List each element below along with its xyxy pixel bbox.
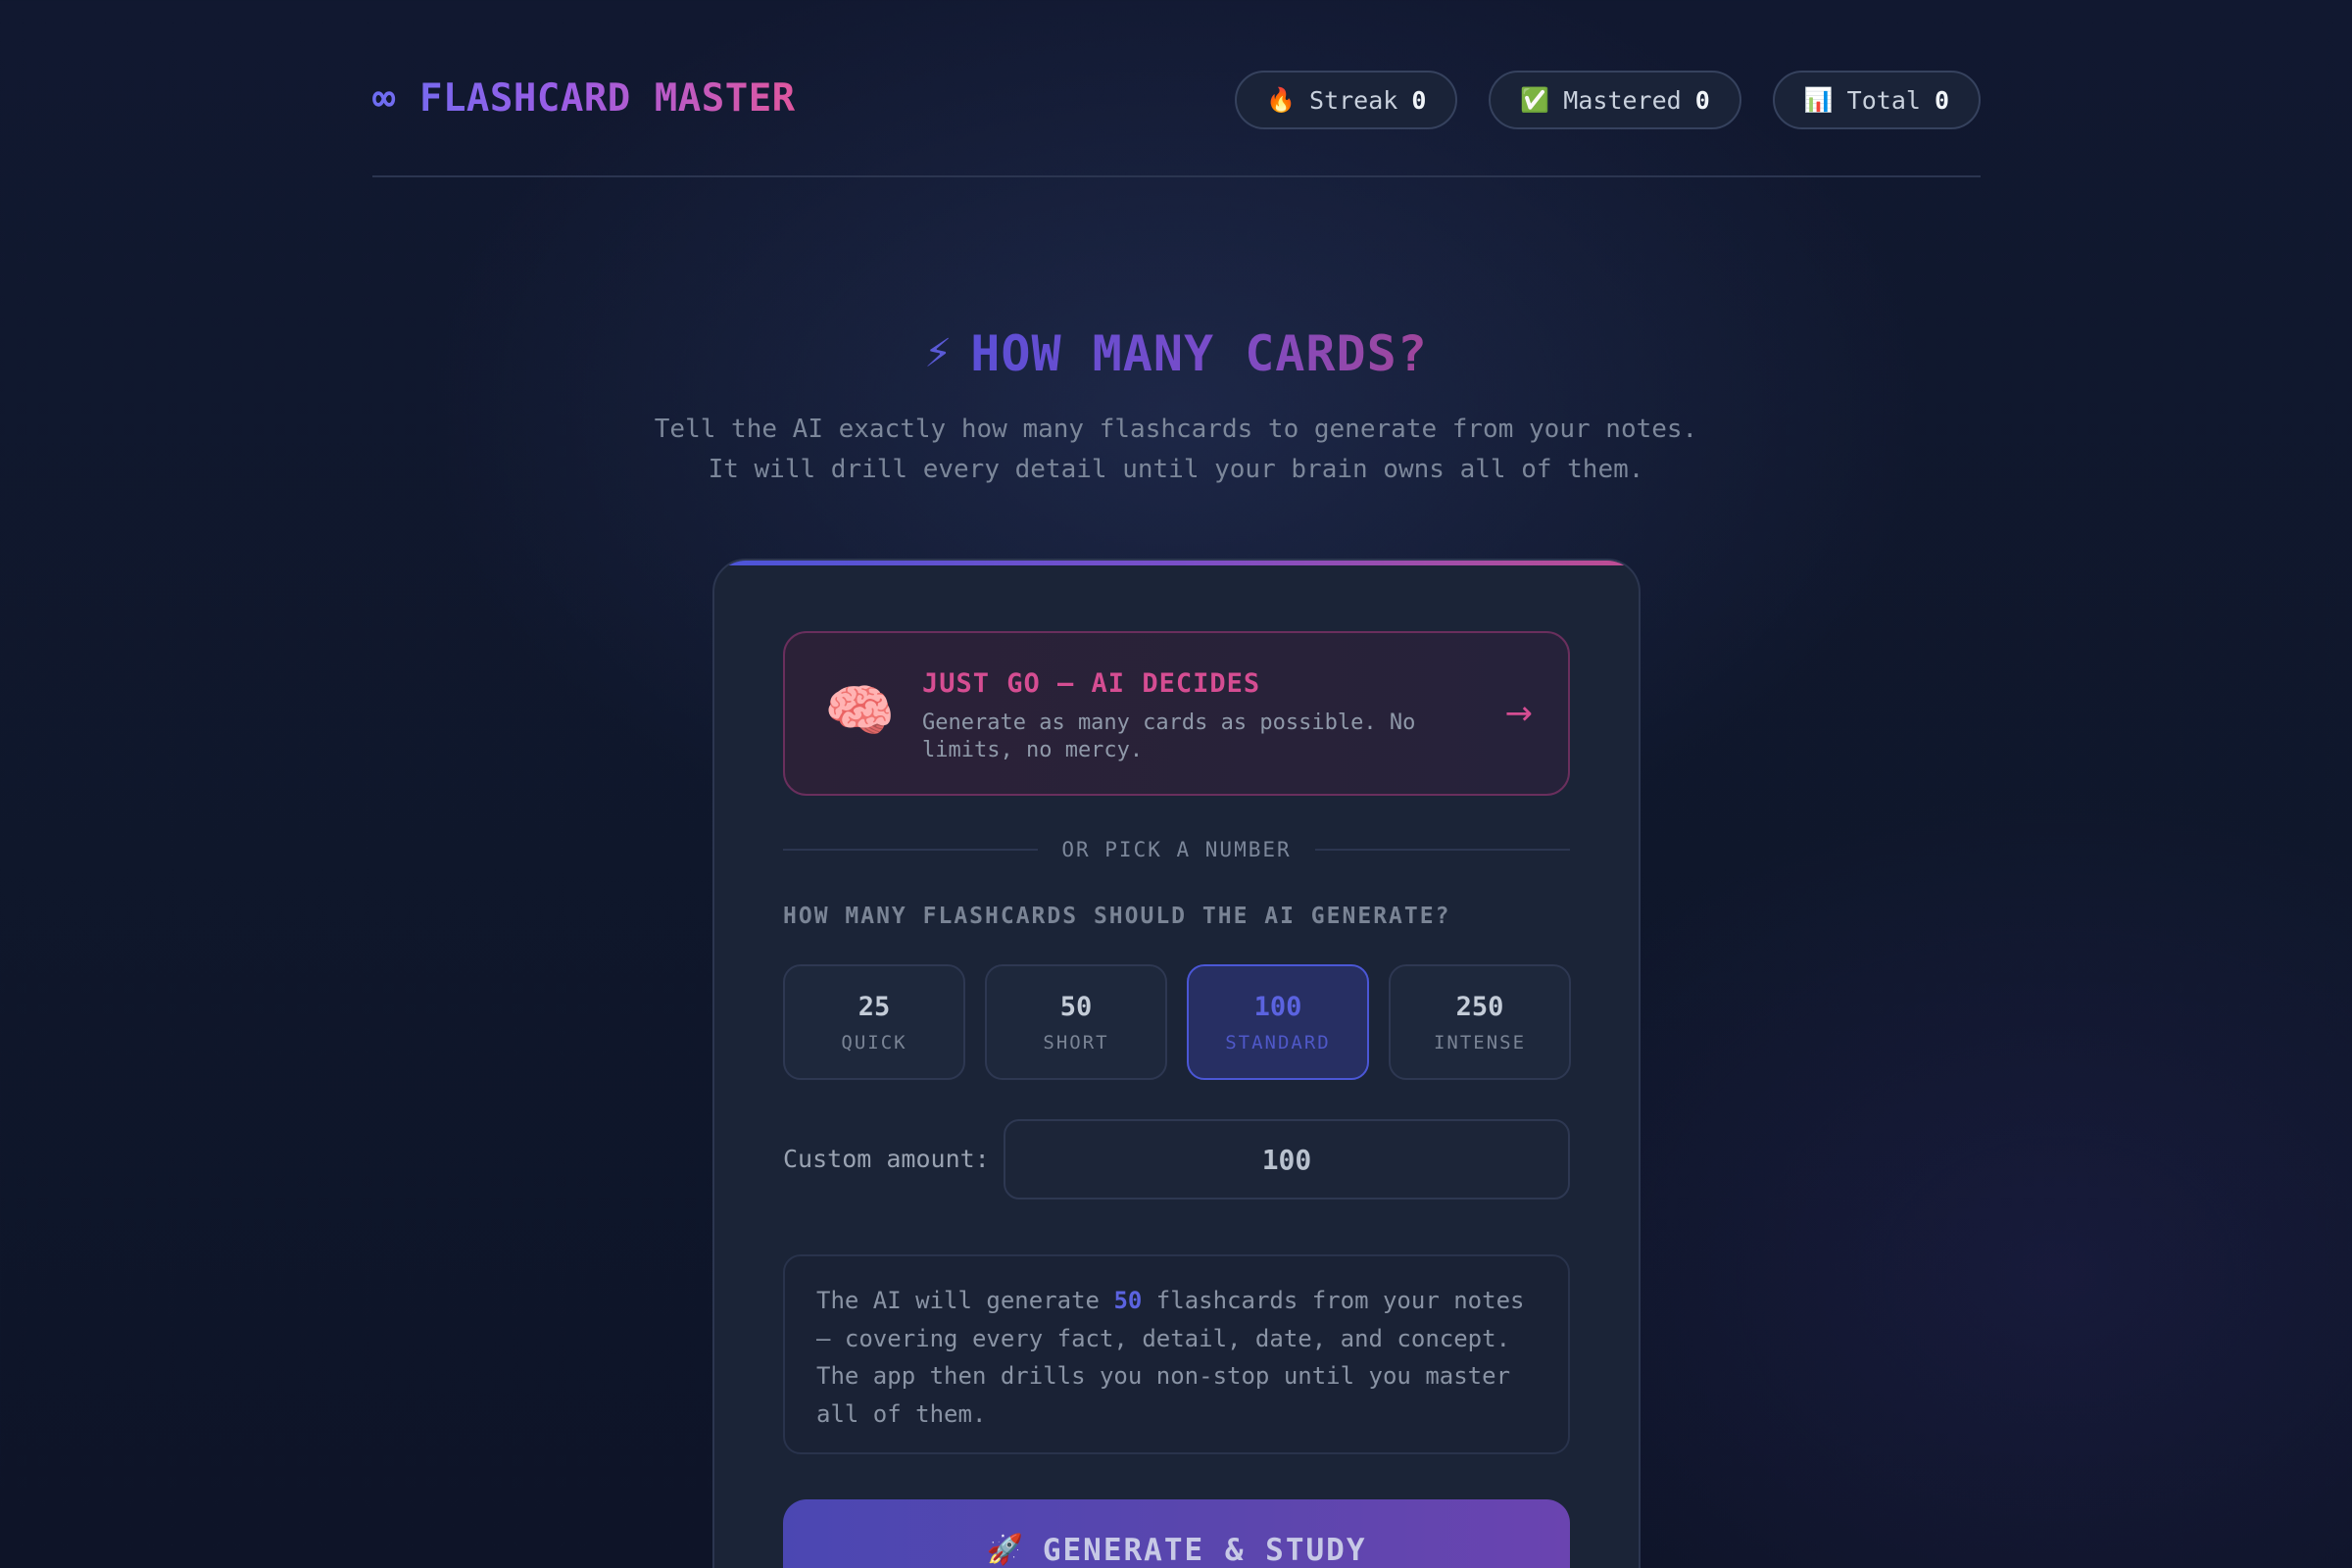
brain-icon: 🧠: [824, 677, 896, 744]
preset-value: 50: [1059, 991, 1093, 1022]
preset-label: INTENSE: [1433, 1031, 1527, 1054]
infinity-icon: ∞: [372, 76, 396, 121]
info-count: 50: [1113, 1287, 1143, 1314]
page-title: ⚡ HOW MANY CARDS?: [0, 325, 2352, 382]
subtitle-line-1: Tell the AI exactly how many flashcards …: [654, 415, 1698, 444]
preset-value: 100: [1253, 991, 1302, 1022]
total-pill: 📊 Total 0: [1772, 71, 1981, 129]
card-count-panel: 🧠 JUST GO — AI DECIDES Generate as many …: [712, 559, 1641, 1568]
subtitle-line-2: It will drill every detail until your br…: [708, 455, 1644, 484]
app-logo[interactable]: ∞ FLASHCARD MASTER: [372, 76, 796, 121]
count-question-label: HOW MANY FLASHCARDS SHOULD THE AI GENERA…: [783, 904, 1451, 929]
check-icon: ✅: [1520, 86, 1550, 114]
fire-icon: 🔥: [1266, 86, 1297, 114]
preset-options: 25 QUICK 50 SHORT 100 STANDARD 250 INTEN…: [783, 964, 1571, 1080]
page-subtitle: Tell the AI exactly how many flashcards …: [0, 410, 2352, 490]
generate-label: GENERATE & STUDY: [1042, 1533, 1367, 1568]
ai-decides-button[interactable]: 🧠 JUST GO — AI DECIDES Generate as many …: [783, 631, 1570, 796]
preset-label: SHORT: [1043, 1031, 1109, 1054]
preset-label: QUICK: [841, 1031, 907, 1054]
preset-250-button[interactable]: 250 INTENSE: [1389, 964, 1571, 1080]
custom-amount-row: Custom amount:: [783, 1119, 1570, 1200]
lightning-icon: ⚡: [924, 331, 954, 376]
preset-50-button[interactable]: 50 SHORT: [985, 964, 1167, 1080]
streak-value: 0: [1411, 85, 1427, 115]
generation-info-box: The AI will generate 50 flashcards from …: [783, 1254, 1570, 1454]
preset-100-button[interactable]: 100 STANDARD: [1187, 964, 1369, 1080]
divider-text: OR PICK A NUMBER: [1061, 838, 1292, 861]
info-prefix: The AI will generate: [816, 1287, 1114, 1314]
generate-study-button[interactable]: 🚀 GENERATE & STUDY: [783, 1499, 1570, 1568]
ai-decides-title: JUST GO — AI DECIDES: [922, 668, 1261, 699]
streak-pill: 🔥 Streak 0: [1235, 71, 1458, 129]
divider-line-left: [783, 849, 1039, 851]
custom-amount-label: Custom amount:: [783, 1145, 990, 1173]
app-title: FLASHCARD MASTER: [418, 76, 796, 121]
streak-label: Streak: [1309, 85, 1398, 115]
total-label: Total: [1846, 85, 1921, 115]
preset-value: 25: [858, 991, 891, 1022]
mastered-value: 0: [1694, 85, 1710, 115]
preset-25-button[interactable]: 25 QUICK: [783, 964, 965, 1080]
total-value: 0: [1934, 85, 1949, 115]
or-divider: OR PICK A NUMBER: [783, 835, 1571, 864]
stats-bar: 🔥 Streak 0 ✅ Mastered 0 📊 Total 0: [1235, 71, 1981, 129]
preset-label: STANDARD: [1225, 1031, 1331, 1054]
custom-amount-input[interactable]: [1004, 1119, 1570, 1200]
mastered-label: Mastered: [1563, 85, 1682, 115]
rocket-icon: 🚀: [986, 1533, 1025, 1567]
mastered-pill: ✅ Mastered 0: [1489, 71, 1741, 129]
divider-line-right: [1314, 849, 1571, 851]
preset-value: 250: [1455, 991, 1504, 1022]
app-header: ∞ FLASHCARD MASTER 🔥 Streak 0 ✅ Mastered…: [372, 71, 1981, 177]
ai-decides-description: Generate as many cards as possible. No l…: [922, 710, 1416, 762]
arrow-right-icon: →: [1504, 694, 1534, 733]
page-title-text: HOW MANY CARDS?: [970, 325, 1428, 382]
bar-chart-icon: 📊: [1803, 86, 1834, 114]
